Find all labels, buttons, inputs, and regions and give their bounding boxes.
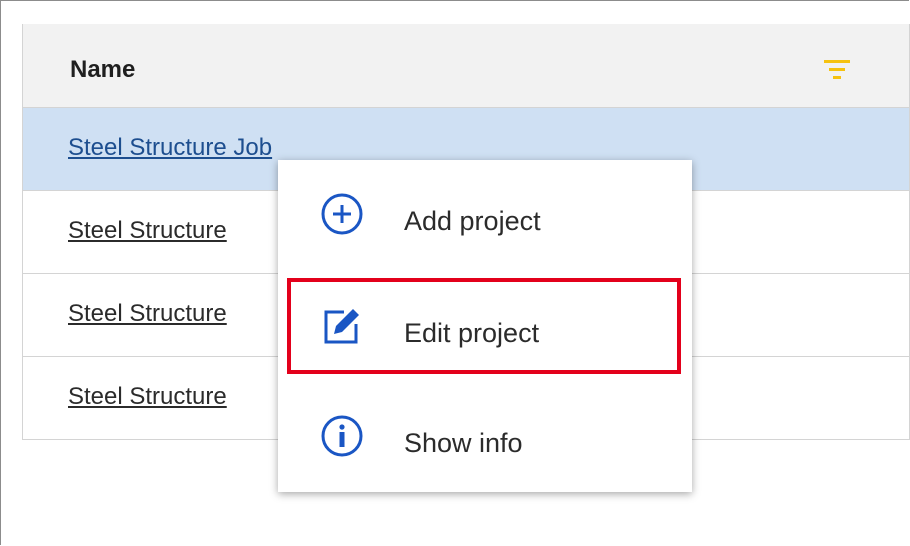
menu-item-add-project[interactable]: Add project [278, 168, 692, 260]
info-icon [320, 414, 364, 458]
add-circle-icon [320, 192, 364, 236]
column-header-name[interactable]: Name [70, 56, 135, 84]
table-header: Name [22, 24, 910, 108]
project-link[interactable]: Steel Structure [68, 217, 227, 245]
menu-item-label: Show info [404, 428, 523, 458]
edit-icon [320, 304, 364, 348]
menu-item-show-info[interactable]: Show info [278, 390, 692, 482]
table-left-border [22, 24, 23, 440]
filter-icon[interactable] [822, 58, 852, 82]
menu-item-label: Add project [404, 206, 541, 236]
project-link[interactable]: Steel Structure [68, 383, 227, 411]
context-menu: Add project Edit project Show info [278, 160, 692, 492]
project-link[interactable]: Steel Structure Job [68, 134, 272, 162]
menu-item-edit-project[interactable]: Edit project [278, 280, 692, 372]
project-link[interactable]: Steel Structure [68, 300, 227, 328]
menu-item-label: Edit project [404, 318, 540, 348]
